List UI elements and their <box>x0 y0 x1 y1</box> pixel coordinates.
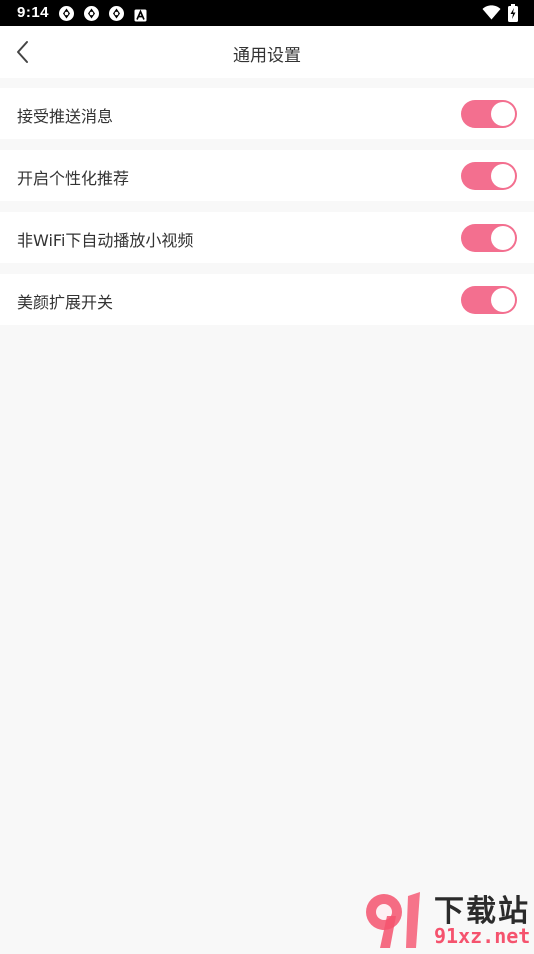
toggle-knob <box>491 102 515 126</box>
status-bar: 9:14 <box>0 0 534 26</box>
setting-label: 开启个性化推荐 <box>17 169 130 188</box>
setting-label: 接受推送消息 <box>17 107 114 126</box>
setting-row-beauty-extension: 美颜扩展开关 <box>0 274 534 325</box>
watermark-url: 91xz.net <box>434 924 531 948</box>
a-icon <box>134 7 147 26</box>
watermark: 下载站 91xz.net <box>360 886 534 950</box>
setting-row-personalized-recommendation: 开启个性化推荐 <box>0 150 534 201</box>
watermark-logo-icon <box>360 886 430 954</box>
battery-charging-icon <box>508 4 518 26</box>
sync-icon <box>58 5 75 26</box>
status-time: 9:14 <box>17 4 50 21</box>
setting-label: 非WiFi下自动播放小视频 <box>17 231 194 250</box>
wifi-icon <box>482 5 501 24</box>
setting-row-autoplay-video: 非WiFi下自动播放小视频 <box>0 212 534 263</box>
setting-label: 美颜扩展开关 <box>17 293 114 312</box>
beauty-extension-toggle[interactable] <box>461 286 517 314</box>
settings-list: 接受推送消息 开启个性化推荐 非WiFi下自动播放小视频 美颜扩展开关 <box>0 88 534 336</box>
sync-icon <box>108 5 125 26</box>
autoplay-video-toggle[interactable] <box>461 224 517 252</box>
personalized-recommendation-toggle[interactable] <box>461 162 517 190</box>
header: 通用设置 <box>0 26 534 78</box>
toggle-knob <box>491 164 515 188</box>
sync-icon <box>83 5 100 26</box>
page-title: 通用设置 <box>233 46 301 66</box>
toggle-knob <box>491 288 515 312</box>
toggle-knob <box>491 226 515 250</box>
push-messages-toggle[interactable] <box>461 100 517 128</box>
setting-row-push-messages: 接受推送消息 <box>0 88 534 139</box>
